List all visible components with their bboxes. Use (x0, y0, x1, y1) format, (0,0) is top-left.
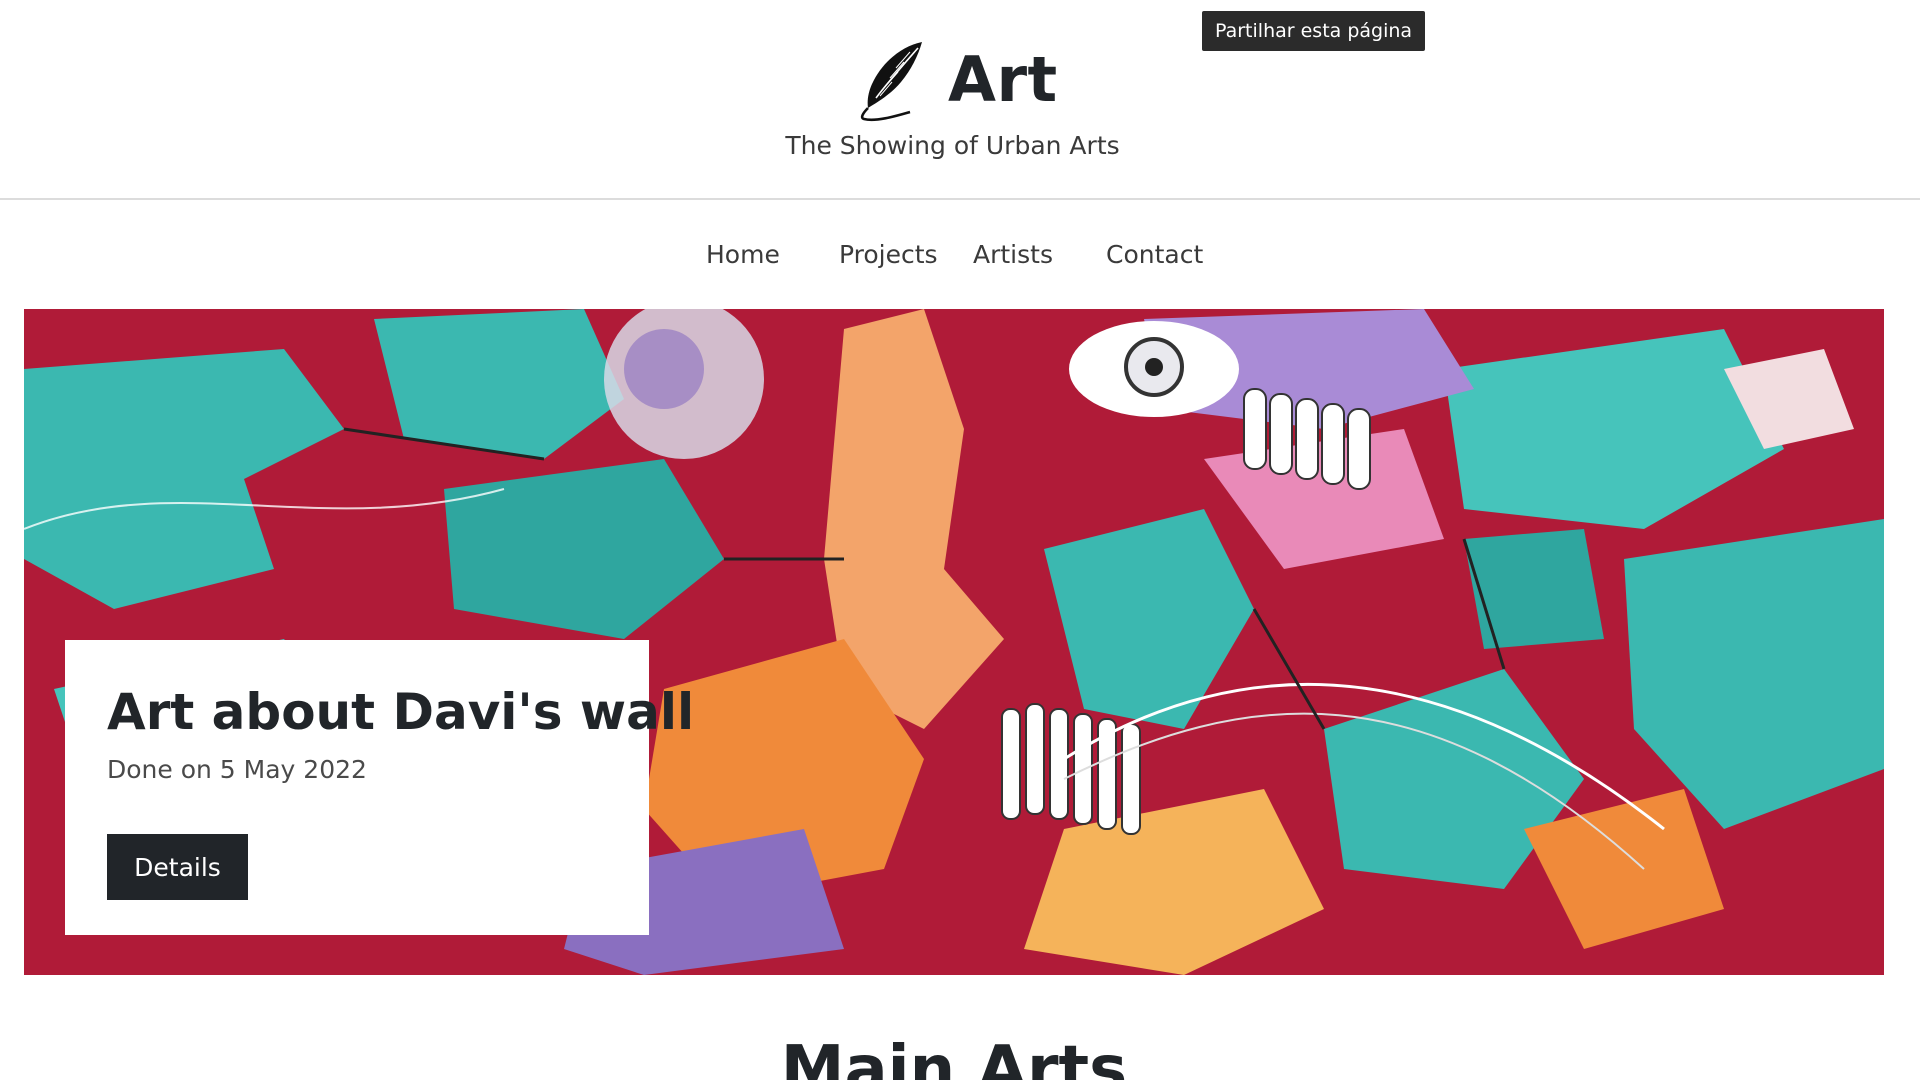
details-button[interactable]: Details (107, 834, 248, 900)
site-header: Art The Showing of Urban Arts Partilhar … (0, 0, 1920, 200)
page: Art The Showing of Urban Arts Partilhar … (0, 0, 1920, 1080)
hero-date: Done on 5 May 2022 (107, 755, 367, 784)
share-tooltip: Partilhar esta página (1202, 11, 1426, 51)
hero-banner: Art about Davi's wall Done on 5 May 2022… (24, 309, 1884, 975)
hero-title: Art about Davi's wall (107, 683, 695, 741)
site-tagline: The Showing of Urban Arts (785, 131, 1120, 160)
nav-artists[interactable]: Artists (973, 239, 1053, 271)
nav-contact[interactable]: Contact (1106, 239, 1203, 271)
main-nav: Home Projects Artists Contact (0, 200, 1920, 308)
hero-card: Art about Davi's wall Done on 5 May 2022… (65, 640, 695, 935)
section-title-main-arts: Main Arts (780, 1033, 1128, 1080)
brand-home-link[interactable]: Art (858, 38, 1058, 122)
site-title: Art (948, 43, 1058, 116)
feather-quill-icon (860, 42, 922, 122)
nav-home[interactable]: Home (706, 239, 780, 271)
nav-projects[interactable]: Projects (839, 239, 938, 271)
